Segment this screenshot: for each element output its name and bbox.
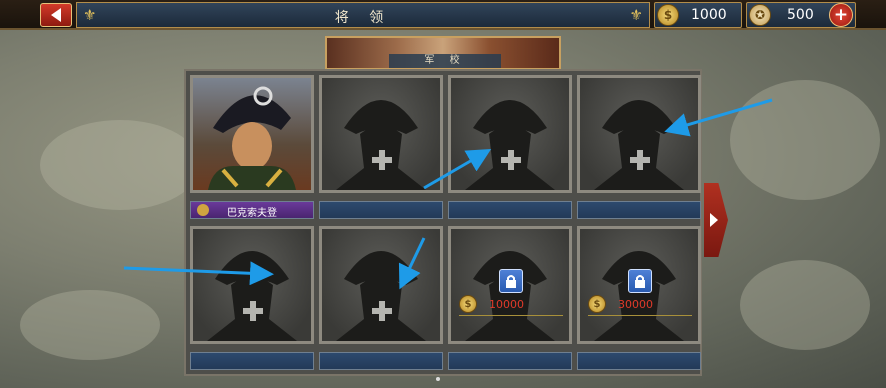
annotation-arrows [123,98,773,290]
annotation-arrow [398,237,426,290]
annotation-arrow [423,148,492,190]
annotation-arrow [664,98,773,137]
annotation-arrow [123,261,274,286]
